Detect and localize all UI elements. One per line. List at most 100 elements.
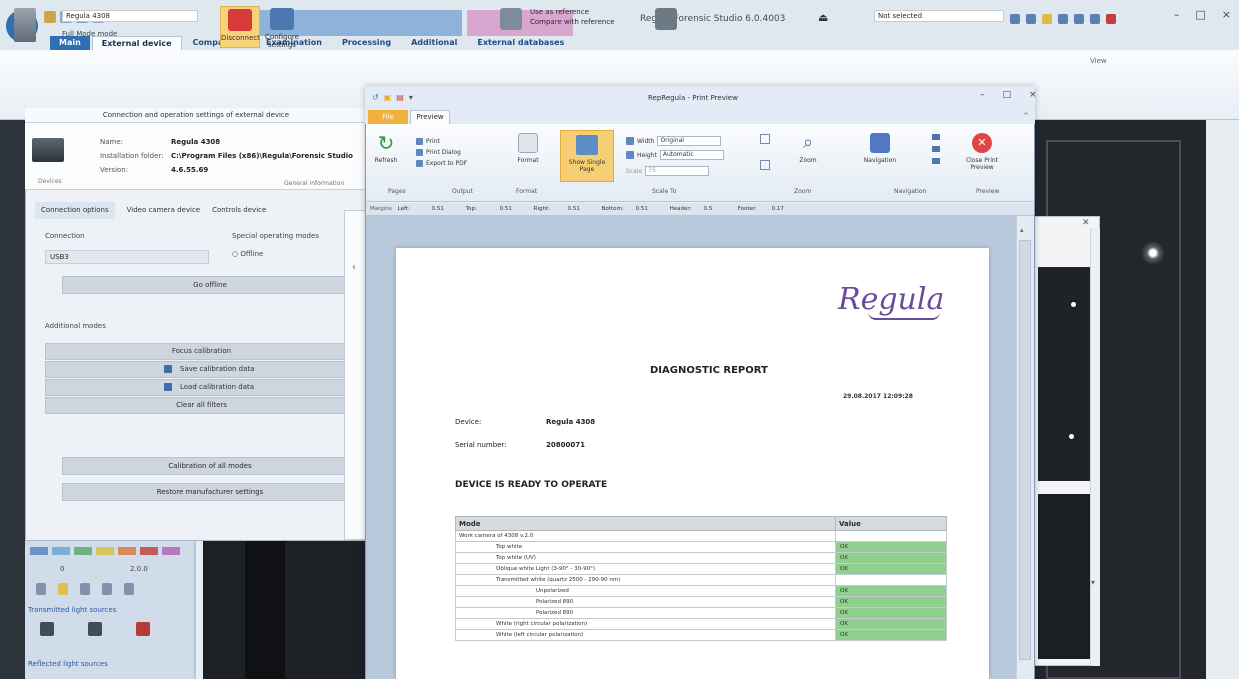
- tool-icon-1[interactable]: [1010, 14, 1020, 24]
- light-icon-3[interactable]: [80, 583, 90, 595]
- selection-dropdown[interactable]: Not selected: [874, 10, 1004, 22]
- pp-minimize-button[interactable]: –: [980, 90, 985, 100]
- go-offline-button[interactable]: Go offline: [62, 276, 358, 294]
- back-icon[interactable]: ↺: [372, 93, 379, 102]
- pp-close-button[interactable]: ×: [1029, 90, 1037, 100]
- swatch-violet[interactable]: [162, 547, 180, 555]
- camera-window-close-icon[interactable]: ✕: [1082, 218, 1090, 228]
- save-icon[interactable]: [44, 11, 56, 23]
- show-single-page-button[interactable]: Show Single Page: [560, 130, 614, 182]
- swatch-red[interactable]: [140, 547, 158, 555]
- tool-icon-2[interactable]: [1026, 14, 1036, 24]
- swatch-yellow[interactable]: [96, 547, 114, 555]
- left-panel-scrollbar[interactable]: [195, 540, 203, 679]
- lamp-icon-3[interactable]: [136, 622, 150, 636]
- ribbon-collapse-icon[interactable]: ^: [1023, 112, 1029, 120]
- refresh-button[interactable]: ↻ Refresh: [368, 133, 404, 164]
- use-as-reference-button[interactable]: Use as reference: [530, 8, 589, 16]
- folder-icon[interactable]: ▣: [384, 93, 392, 102]
- minimize-button[interactable]: –: [1174, 8, 1180, 21]
- tab-additional[interactable]: Additional: [402, 36, 466, 50]
- height-dropdown[interactable]: Automatic: [659, 150, 724, 160]
- tab-connection-options[interactable]: Connection options: [35, 202, 115, 219]
- device-name-field[interactable]: Regula 4308: [62, 10, 198, 22]
- margin-value[interactable]: 0.17: [772, 203, 800, 215]
- margin-value[interactable]: Header:: [670, 203, 698, 215]
- swatch-cyan[interactable]: [52, 547, 70, 555]
- print-icon[interactable]: ▤: [396, 93, 404, 102]
- page-width-icon[interactable]: [760, 160, 770, 170]
- pp-maximize-button[interactable]: □: [1003, 90, 1012, 100]
- first-page-icon[interactable]: [932, 134, 940, 140]
- save-calibration-button[interactable]: Save calibration data: [45, 361, 358, 378]
- tab-video-camera-device[interactable]: Video camera device: [127, 202, 201, 219]
- light-icon-1[interactable]: [36, 583, 46, 595]
- tab-processing[interactable]: Processing: [333, 36, 400, 50]
- close-button[interactable]: ×: [1222, 8, 1231, 21]
- prev-page-icon[interactable]: [932, 146, 940, 152]
- margin-value[interactable]: Right:: [534, 203, 562, 215]
- tab-main[interactable]: Main: [50, 36, 90, 50]
- grid-icon[interactable]: [500, 8, 522, 30]
- tab-preview[interactable]: Preview: [410, 110, 450, 124]
- print-dialog-button[interactable]: Print Dialog: [416, 147, 467, 158]
- margin-value[interactable]: Top:: [466, 203, 494, 215]
- load-calibration-button[interactable]: Load calibration data: [45, 379, 358, 396]
- print-button[interactable]: Print: [416, 136, 467, 147]
- tab-external-databases[interactable]: External databases: [468, 36, 573, 50]
- width-dropdown[interactable]: Original: [657, 136, 722, 146]
- tool-icon-6[interactable]: [1090, 14, 1100, 24]
- tab-file[interactable]: File: [368, 110, 408, 124]
- camera-icon[interactable]: [655, 8, 677, 30]
- clear-filters-button[interactable]: Clear all filters: [45, 397, 358, 414]
- light-icon-4[interactable]: [102, 583, 112, 595]
- margin-value[interactable]: Left:: [398, 203, 426, 215]
- chevron-left-icon[interactable]: ‹: [352, 262, 356, 273]
- tool-icon-5[interactable]: [1074, 14, 1084, 24]
- reflected-light-section[interactable]: Reflected light sources: [28, 660, 108, 668]
- margin-value[interactable]: 0.51: [636, 203, 664, 215]
- eject-icon[interactable]: ⏏: [818, 11, 828, 24]
- light-icon-5[interactable]: [124, 583, 134, 595]
- scroll-up-icon[interactable]: ▴: [1020, 226, 1024, 234]
- focus-calibration-button[interactable]: Focus calibration: [45, 343, 358, 360]
- camera-window-scrollbar[interactable]: [1090, 228, 1100, 666]
- connection-dropdown[interactable]: USB3: [45, 250, 209, 264]
- format-button[interactable]: Format: [510, 133, 546, 164]
- margin-value[interactable]: 0.51: [568, 203, 596, 215]
- tab-external-device[interactable]: External device: [91, 36, 182, 50]
- lamp-icon-1[interactable]: [40, 622, 54, 636]
- navigation-button[interactable]: Navigation: [862, 133, 898, 164]
- next-page-icon[interactable]: [932, 158, 940, 164]
- margin-value[interactable]: 0.51: [432, 203, 460, 215]
- tab-controls-device[interactable]: Controls device: [212, 202, 266, 219]
- scrollbar-thumb[interactable]: [1019, 240, 1031, 660]
- swatch-orange[interactable]: [118, 547, 136, 555]
- restore-settings-button[interactable]: Restore manufacturer settings: [62, 483, 358, 501]
- lamp-icon-2[interactable]: [88, 622, 102, 636]
- offline-radio[interactable]: ○ Offline: [232, 250, 263, 258]
- full-mode-label[interactable]: Full Mode mode: [62, 30, 117, 38]
- margin-value[interactable]: 0.51: [500, 203, 528, 215]
- one-page-icon[interactable]: [760, 134, 770, 144]
- transmitted-light-section[interactable]: Transmitted light sources: [28, 606, 116, 614]
- export-pdf-button[interactable]: Export to PDF: [416, 158, 467, 169]
- tool-icon-3[interactable]: [1042, 14, 1052, 24]
- compare-with-reference-button[interactable]: Compare with reference: [530, 18, 614, 26]
- zoom-button[interactable]: ⌕ Zoom: [790, 133, 826, 165]
- swatch-green[interactable]: [74, 547, 92, 555]
- qat-dropdown-icon[interactable]: ▾: [409, 93, 413, 102]
- disconnect-button[interactable]: Disconnect: [220, 6, 260, 48]
- margin-value[interactable]: Footer:: [738, 203, 766, 215]
- margin-value[interactable]: 0.5: [704, 203, 732, 215]
- swatch-blue[interactable]: [30, 547, 48, 555]
- margin-value[interactable]: Bottom:: [602, 203, 630, 215]
- light-icon-2[interactable]: [58, 583, 68, 595]
- maximize-button[interactable]: □: [1195, 8, 1205, 21]
- close-print-preview-button[interactable]: ✕ Close Print Preview: [958, 133, 1006, 171]
- tool-icon-4[interactable]: [1058, 14, 1068, 24]
- calibrate-all-modes-button[interactable]: Calibration of all modes: [62, 457, 358, 475]
- scale-input[interactable]: 75: [645, 166, 710, 176]
- configure-settings-button[interactable]: Configure settings: [262, 6, 302, 49]
- tool-icon-7[interactable]: [1106, 14, 1116, 24]
